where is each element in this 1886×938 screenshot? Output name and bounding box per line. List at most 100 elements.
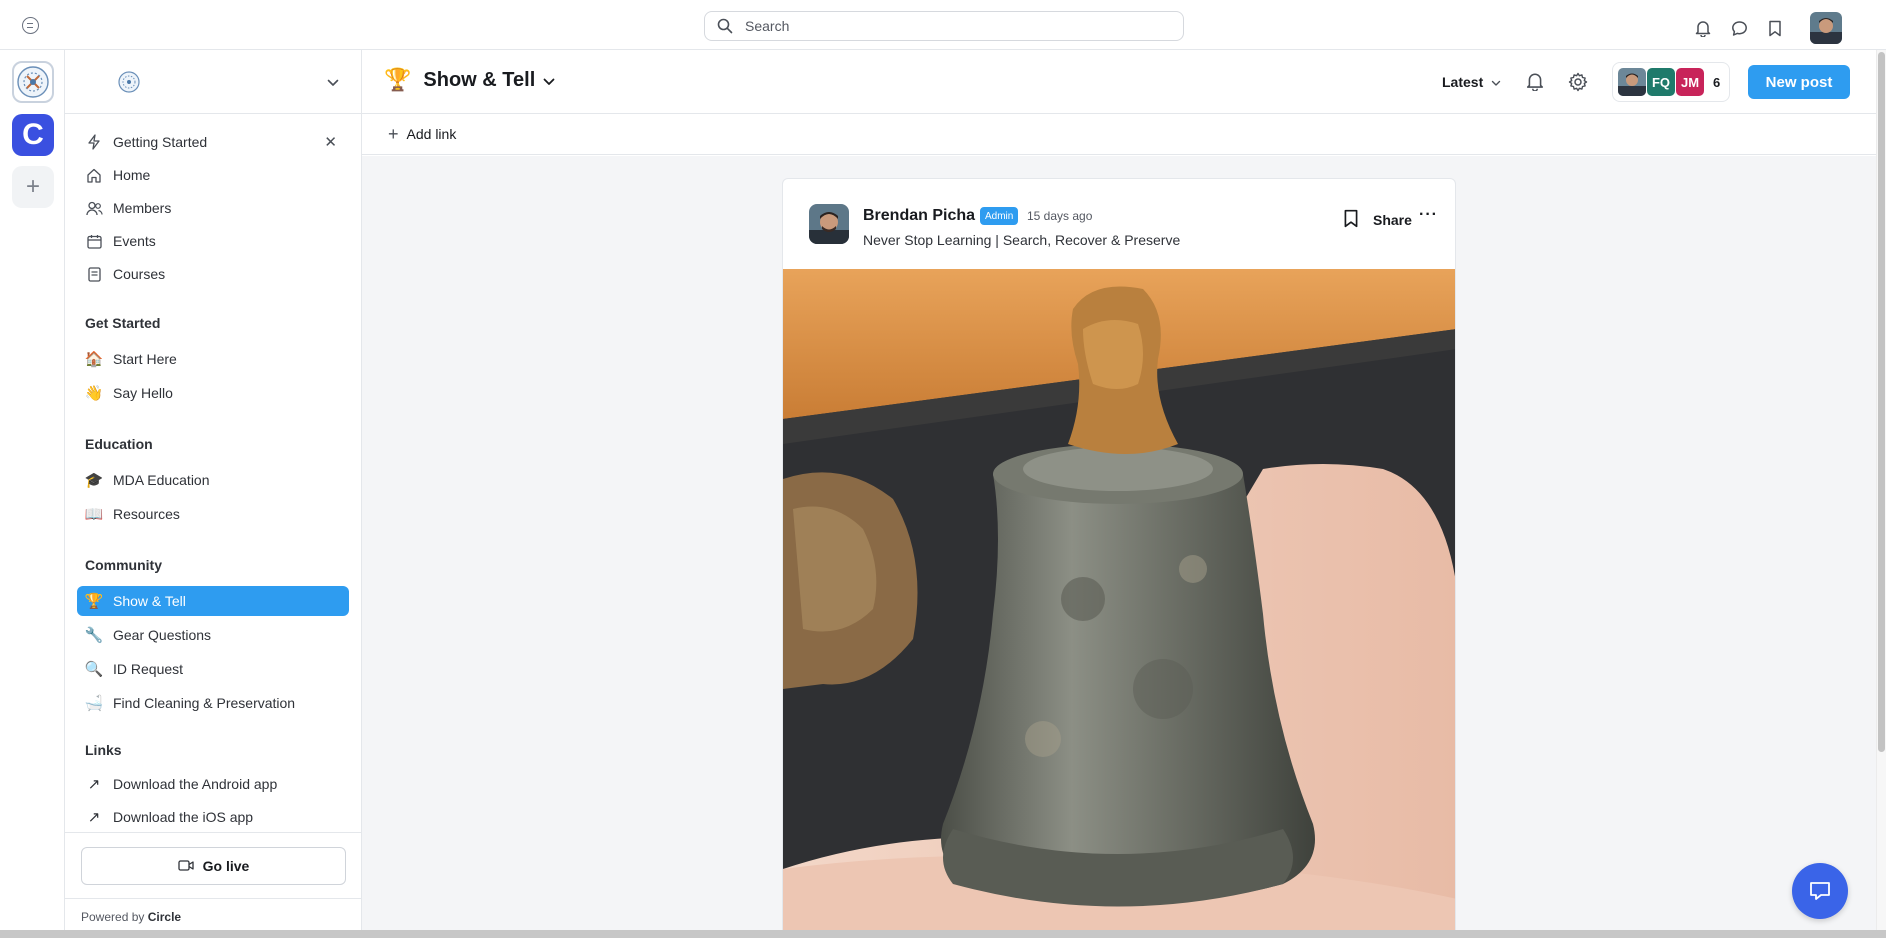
divider: [65, 832, 361, 833]
top-bar: [0, 0, 1886, 50]
sidebar-item-show-and-tell[interactable]: 🏆 Show & Tell: [77, 586, 349, 616]
sidebar-item-members[interactable]: Members: [77, 193, 349, 223]
sidebar-item-label: Say Hello: [113, 385, 173, 401]
post-image[interactable]: [783, 269, 1455, 937]
sidebar-item-label: Start Here: [113, 351, 177, 367]
powered-by-brand: Circle: [147, 910, 182, 924]
sidebar-item-label: ID Request: [113, 661, 184, 677]
sidebar-item-label: Resources: [113, 506, 180, 522]
divider: [65, 898, 361, 899]
calendar-icon: [85, 232, 103, 250]
user-avatar[interactable]: [1810, 12, 1842, 44]
space-members-button[interactable]: FQ JM 6: [1612, 62, 1730, 102]
video-camera-icon: [178, 858, 194, 874]
sidebar-item-label: Events: [113, 233, 156, 249]
chevron-down-icon: [543, 69, 555, 92]
page-scrollbar-thumb[interactable]: [1878, 52, 1885, 752]
sidebar-item-start-here[interactable]: 🏠 Start Here: [77, 344, 349, 374]
chevron-down-icon: [1491, 74, 1501, 90]
search-bar[interactable]: [704, 11, 1184, 41]
sidebar-item-ios-app[interactable]: ↗ Download the iOS app: [77, 802, 349, 832]
lightning-icon: [85, 133, 103, 151]
space-notifications-bell-icon[interactable]: [1526, 72, 1544, 96]
circle-app-button[interactable]: C: [12, 114, 54, 156]
sidebar-item-label: Gear Questions: [113, 627, 212, 643]
bathtub-icon: 🛁: [84, 694, 104, 712]
notifications-bell-icon[interactable]: [1692, 17, 1714, 39]
external-link-icon: ↗: [87, 808, 101, 826]
sidebar: Getting Started ✕ Home Members Events Co…: [65, 50, 362, 938]
sidebar-item-gear-questions[interactable]: 🔧 Gear Questions: [77, 620, 349, 650]
sidebar-item-label: Download the Android app: [113, 776, 278, 792]
courses-icon: [85, 265, 103, 283]
space-title[interactable]: 🏆 Show & Tell: [384, 67, 555, 93]
sidebar-item-home[interactable]: Home: [77, 160, 349, 190]
circle-c-icon: C: [22, 118, 44, 151]
powered-by[interactable]: Powered by Circle: [81, 910, 181, 924]
bookmark-icon[interactable]: [1343, 209, 1359, 233]
go-live-label: Go live: [202, 858, 250, 874]
home-icon: [85, 166, 103, 184]
sort-dropdown[interactable]: Latest: [1442, 74, 1501, 90]
go-live-button[interactable]: Go live: [81, 847, 346, 885]
share-button[interactable]: Share: [1373, 212, 1412, 228]
graduation-cap-icon: 🎓: [84, 471, 104, 489]
post-feed: Brendan Picha Admin 15 days ago Never St…: [362, 156, 1876, 938]
open-book-icon: 📖: [84, 505, 104, 523]
post-author-name[interactable]: Brendan Picha: [863, 207, 975, 225]
gear-icon[interactable]: [1568, 72, 1588, 97]
member-avatar-initials: JM: [1676, 68, 1704, 96]
member-avatar-initials: FQ: [1647, 68, 1675, 96]
add-link-button[interactable]: + Add link: [388, 124, 457, 144]
magnifier-icon: 🔍: [84, 660, 104, 678]
member-count: 6: [1713, 74, 1721, 90]
trophy-icon: 🏆: [84, 592, 104, 610]
chat-widget-button[interactable]: [1792, 863, 1848, 919]
sidebar-item-id-request[interactable]: 🔍 ID Request: [77, 654, 349, 684]
section-title-links: Links: [85, 742, 122, 758]
post-timestamp[interactable]: 15 days ago: [1027, 209, 1092, 223]
more-options-icon[interactable]: ···: [1419, 206, 1438, 224]
close-icon[interactable]: ✕: [324, 133, 337, 151]
sidebar-item-find-cleaning[interactable]: 🛁 Find Cleaning & Preservation: [77, 688, 349, 718]
sidebar-item-getting-started[interactable]: Getting Started ✕: [77, 127, 349, 157]
external-link-icon: ↗: [87, 775, 101, 793]
wrench-icon: 🔧: [84, 626, 104, 644]
sidebar-item-resources[interactable]: 📖 Resources: [77, 499, 349, 529]
trophy-icon: 🏆: [384, 67, 412, 92]
community-logo-button[interactable]: [12, 61, 54, 103]
sidebar-item-courses[interactable]: Courses: [77, 259, 349, 289]
plus-icon: +: [25, 173, 40, 200]
community-logo-icon: [17, 66, 49, 98]
space-subheader: + Add link: [362, 115, 1886, 155]
space-title-label: Show & Tell: [423, 68, 536, 91]
chat-messages-icon[interactable]: [1728, 17, 1750, 39]
new-post-button[interactable]: New post: [1748, 65, 1850, 99]
house-emoji-icon: 🏠: [84, 350, 104, 368]
sidebar-item-label: MDA Education: [113, 472, 210, 488]
add-link-label: Add link: [406, 126, 457, 142]
sidebar-item-mda-education[interactable]: 🎓 MDA Education: [77, 465, 349, 495]
bookmarks-icon[interactable]: [1764, 17, 1786, 39]
section-title-get-started: Get Started: [85, 315, 161, 331]
sidebar-header[interactable]: [65, 50, 361, 114]
waving-hand-icon: 👋: [84, 384, 104, 402]
sidebar-item-label: Getting Started: [113, 134, 208, 150]
sidebar-item-events[interactable]: Events: [77, 226, 349, 256]
chevron-down-icon[interactable]: [327, 74, 339, 92]
sidebar-item-label: Courses: [113, 266, 166, 282]
plus-icon: +: [388, 124, 399, 144]
add-community-button[interactable]: +: [12, 166, 54, 208]
sidebar-item-android-app[interactable]: ↗ Download the Android app: [77, 769, 349, 799]
sidebar-item-label: Members: [113, 200, 172, 216]
section-title-community: Community: [85, 557, 162, 573]
sidebar-item-label: Show & Tell: [113, 593, 186, 609]
search-input[interactable]: [745, 16, 1165, 36]
post-card: Brendan Picha Admin 15 days ago Never St…: [782, 178, 1456, 938]
author-avatar[interactable]: [809, 204, 849, 244]
sidebar-item-say-hello[interactable]: 👋 Say Hello: [77, 378, 349, 408]
sort-label: Latest: [1442, 74, 1484, 90]
community-menu-icon[interactable]: [22, 17, 39, 34]
chat-bubble-icon: [1810, 882, 1830, 900]
powered-by-label: Powered by: [81, 910, 145, 924]
